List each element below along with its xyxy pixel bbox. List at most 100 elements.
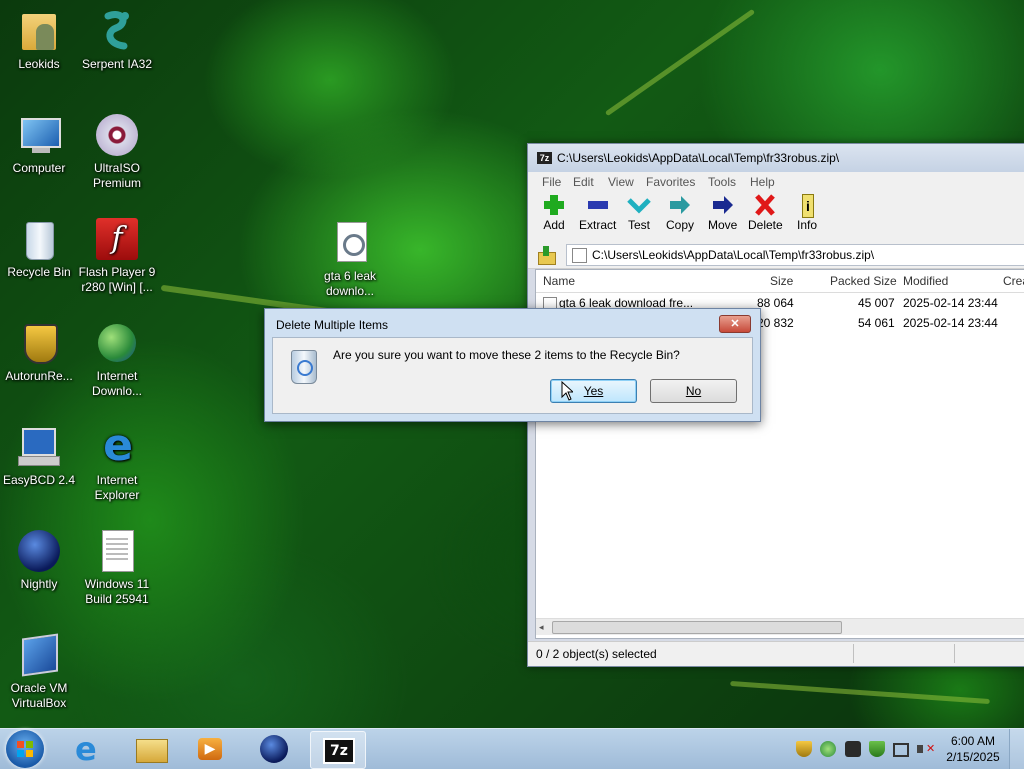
taskbar-media-player[interactable]: ▶ — [184, 731, 238, 767]
dialog-title: Delete Multiple Items — [276, 318, 389, 332]
flash-icon: f — [94, 216, 140, 262]
sevenzip-title: C:\Users\Leokids\AppData\Local\Temp\fr33… — [557, 151, 840, 165]
windows-logo-icon — [17, 741, 24, 748]
desktop-icon-computer[interactable]: Computer — [0, 112, 78, 176]
desktop-icon-idm[interactable]: Internet Downlo... — [78, 320, 156, 399]
wallpaper-stem — [604, 8, 756, 117]
volume-muted-icon[interactable]: ✕ — [917, 741, 935, 757]
delete-dialog[interactable]: Delete Multiple Items ✕ Are you sure you… — [264, 308, 761, 422]
clock[interactable]: 6:00 AM 2/15/2025 — [940, 733, 1006, 765]
show-desktop-button[interactable] — [1009, 729, 1024, 769]
taskbar-nightly[interactable] — [248, 731, 302, 767]
dialog-message: Are you sure you want to move these 2 it… — [333, 348, 680, 362]
no-label: No — [685, 384, 702, 398]
info-icon: i — [795, 194, 819, 218]
menu-view[interactable]: View — [608, 175, 634, 189]
desktop-icon-label: Windows 11 Build 25941 — [84, 577, 150, 606]
taskbar-sevenzip[interactable]: 7z — [310, 731, 366, 769]
security-shield-icon[interactable] — [869, 741, 885, 757]
desktop-icon-label: Serpent IA32 — [81, 57, 153, 71]
exe-file-icon — [327, 220, 373, 266]
globe-download-icon[interactable] — [820, 741, 836, 757]
desktop-icon-leokids[interactable]: Leokids — [0, 8, 78, 72]
list-header: Name Size Packed Size Modified Crea — [536, 270, 1024, 293]
mouse-cursor-icon — [561, 381, 573, 401]
menu-file[interactable]: File — [542, 175, 561, 189]
desktop-icon-label: Recycle Bin — [7, 265, 71, 279]
desktop-icon-virtualbox[interactable]: Oracle VM VirtualBox — [0, 632, 78, 711]
col-modified[interactable]: Modified — [903, 274, 948, 288]
desktop-icon-flash[interactable]: f Flash Player 9 r280 [Win] [... — [78, 216, 156, 295]
copy-button[interactable]: Copy — [666, 194, 694, 232]
address-text: C:\Users\Leokids\AppData\Local\Temp\fr33… — [592, 248, 875, 262]
globe-download-icon — [94, 320, 140, 366]
dialog-body: Are you sure you want to move these 2 it… — [272, 337, 753, 414]
desktop-icon-serpent[interactable]: Serpent IA32 — [78, 8, 156, 72]
desktop-icon-nightly[interactable]: Nightly — [0, 528, 78, 592]
row-modified: 2025-02-14 23:44 — [903, 296, 998, 310]
network-icon[interactable] — [893, 743, 909, 757]
add-label: Add — [543, 218, 565, 232]
status-divider — [853, 644, 854, 663]
desktop-icon-recycle-bin[interactable]: Recycle Bin — [0, 216, 78, 280]
play-icon: ▶ — [198, 738, 222, 760]
desktop-icon-autorun[interactable]: AutorunRe... — [0, 320, 78, 384]
menu-help[interactable]: Help — [750, 175, 775, 189]
computer-icon — [16, 112, 62, 158]
desktop-icon-label: gta 6 leak downlo... — [323, 269, 377, 298]
desktop-icon-ie[interactable]: e Internet Explorer — [78, 424, 156, 503]
desktop-icon-label: Computer — [12, 161, 66, 175]
windows-logo-icon — [26, 741, 33, 748]
folder-up-icon[interactable] — [536, 246, 556, 265]
desktop-icon-label: Internet Explorer — [94, 473, 140, 502]
menu-tools[interactable]: Tools — [708, 175, 736, 189]
delete-button[interactable]: Delete — [748, 194, 783, 232]
col-name[interactable]: Name — [543, 274, 575, 288]
disc-icon — [94, 112, 140, 158]
address-field[interactable]: C:\Users\Leokids\AppData\Local\Temp\fr33… — [566, 244, 1024, 266]
scrollbar-thumb[interactable] — [552, 621, 842, 634]
internet-explorer-icon: e — [103, 420, 133, 471]
sevenzip-icon: 7z — [323, 738, 355, 764]
shield-icon[interactable] — [796, 741, 812, 757]
col-packed-size[interactable]: Packed Size — [830, 274, 897, 288]
horizontal-scrollbar[interactable]: ◂ — [536, 618, 1024, 635]
info-button[interactable]: i Info — [795, 194, 819, 232]
desktop-icon-easybcd[interactable]: EasyBCD 2.4 — [0, 424, 78, 488]
extract-button[interactable]: Extract — [579, 194, 616, 232]
document-icon — [94, 528, 140, 574]
clock-time: 6:00 AM — [950, 734, 996, 748]
info-label: Info — [796, 218, 817, 232]
check-icon — [627, 194, 651, 216]
delete-label: Delete — [748, 218, 783, 232]
taskbar-ie[interactable]: e — [62, 731, 116, 767]
col-size[interactable]: Size — [770, 274, 793, 288]
row-size: 20 832 — [757, 316, 794, 330]
move-button[interactable]: Move — [708, 194, 737, 232]
menu-edit[interactable]: Edit — [573, 175, 594, 189]
nightly-globe-icon — [260, 735, 288, 763]
toolbar: Add Extract Test Copy Move Delete i Info — [528, 192, 1024, 242]
app-tray-icon[interactable] — [845, 741, 861, 757]
windows-logo-icon — [26, 750, 33, 757]
taskbar-explorer[interactable] — [124, 731, 178, 767]
delete-x-icon — [753, 194, 777, 216]
taskbar: e ▶ 7z ✕ 6:00 AM 2/15/2025 — [0, 728, 1024, 769]
status-text: 0 / 2 object(s) selected — [536, 647, 657, 661]
recycle-bin-icon — [287, 348, 319, 384]
desktop-icon-ultraiso[interactable]: UltraISO Premium — [78, 112, 156, 191]
desktop-icon-windows11[interactable]: Windows 11 Build 25941 — [78, 528, 156, 607]
folder-icon — [136, 739, 168, 763]
col-created[interactable]: Crea — [1003, 274, 1024, 288]
menu-favorites[interactable]: Favorites — [646, 175, 695, 189]
row-modified: 2025-02-14 23:44 — [903, 316, 998, 330]
no-button[interactable]: No — [650, 379, 737, 403]
sevenzip-titlebar[interactable]: 7z C:\Users\Leokids\AppData\Local\Temp\f… — [528, 144, 1024, 172]
desktop-icon-gta6-file[interactable]: gta 6 leak downlo... — [311, 220, 389, 299]
close-icon[interactable]: ✕ — [719, 315, 751, 333]
scroll-left-icon[interactable]: ◂ — [539, 622, 544, 633]
add-button[interactable]: Add — [542, 194, 566, 232]
test-button[interactable]: Test — [627, 194, 651, 232]
row-packed: 45 007 — [858, 296, 895, 310]
start-button[interactable] — [6, 730, 44, 768]
